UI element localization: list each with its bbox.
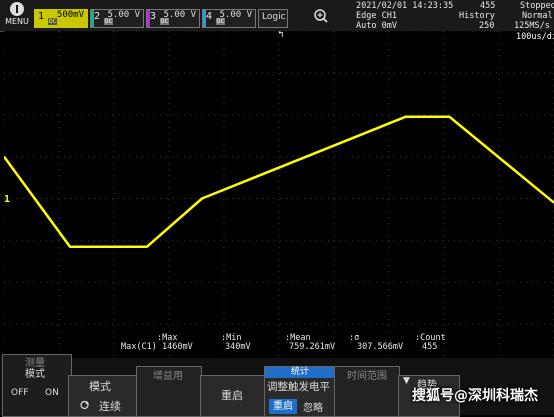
- channel-3-coupling: DC: [160, 18, 169, 25]
- graticule: [4, 31, 554, 366]
- channel-1-button[interactable]: 1 500mV DC: [34, 9, 88, 28]
- channel-3-button[interactable]: 3 5.00 V DC: [146, 9, 200, 28]
- gain-label: 增益用: [153, 367, 183, 382]
- zoom-search-icon[interactable]: [312, 8, 328, 24]
- menu-label: MENU: [5, 17, 29, 26]
- channel-1-coupling: DC: [48, 18, 57, 25]
- restart-option[interactable]: 重启: [269, 399, 297, 414]
- trigger-type: Edge CH1: [356, 11, 397, 21]
- waveform-display[interactable]: 100us/div ↰ 1 :Max :Min :Mean :σ :Count …: [4, 31, 554, 366]
- trend-arrow-icon: ▼: [403, 376, 410, 386]
- off-option[interactable]: OFF: [11, 388, 28, 398]
- top-toolbar: MENU 1 500mV DC 2 5.00 V DC 3 5.00 V DC …: [0, 0, 554, 32]
- channel-1-number: 1: [38, 11, 44, 22]
- gain-button[interactable]: 增益用: [136, 366, 202, 417]
- time-range-button[interactable]: 时间范围: [334, 366, 400, 417]
- timebase-label: 100us/div: [516, 32, 554, 42]
- mode-label: 模式: [89, 378, 111, 394]
- sample-rate: 125MS/s: [514, 21, 550, 31]
- measurement-table: :Max :Min :Mean :σ :Count Max(C1) 1460mV…: [119, 333, 449, 353]
- meas-value-max: 1460mV: [162, 342, 193, 352]
- channel-4-coupling: DC: [216, 18, 225, 25]
- time-range-label: 时间范围: [347, 367, 387, 382]
- acquisition-count: 455: [480, 1, 495, 11]
- ignore-option[interactable]: 忽略: [303, 399, 323, 414]
- menu-button[interactable]: MENU: [3, 1, 31, 30]
- continuous-label: 连续: [99, 398, 121, 414]
- trigger-position-marker: ↰: [278, 30, 283, 40]
- channel-3-number: 3: [150, 11, 156, 22]
- channel-4-button[interactable]: 4 5.00 V DC: [202, 9, 256, 28]
- on-option[interactable]: ON: [45, 388, 59, 398]
- channel-2-coupling: DC: [104, 18, 113, 25]
- restart-button[interactable]: 重启: [200, 375, 266, 417]
- channel-4-number: 4: [206, 11, 212, 22]
- channel-1-scale: 500mV: [57, 10, 84, 20]
- trigger-mode: Auto 0mV: [356, 21, 397, 31]
- ch1-ground-marker[interactable]: 1: [4, 194, 10, 205]
- logic-button[interactable]: Logic: [258, 9, 288, 28]
- meas-value-count: 455: [422, 342, 437, 352]
- watermark-text: 搜狐号@深圳科瑞杰: [412, 385, 538, 405]
- power-menu-icon: [10, 2, 24, 16]
- meas-value-mean: 759.261mV: [289, 342, 335, 352]
- history-value: 250: [479, 21, 494, 31]
- meas-value-sigma: 307.566mV: [357, 342, 403, 352]
- waveform-chart: [4, 31, 554, 366]
- run-state: Stopped: [520, 1, 554, 11]
- tab-statistics[interactable]: 统计: [265, 367, 335, 378]
- trigger-normal-label: Normal: [522, 11, 553, 21]
- statistics-panel: 统计 调整触发电平 重启 忽略: [264, 366, 336, 417]
- meas-row-label: Max(C1): [121, 342, 157, 352]
- restart-label: 重启: [221, 387, 243, 403]
- channel-2-button[interactable]: 2 5.00 V DC: [90, 9, 144, 28]
- datetime: 2021/02/01 14:23:35: [356, 1, 453, 11]
- meas-value-min: 340mV: [225, 342, 251, 352]
- measure-mode-title: 模式: [25, 365, 45, 380]
- stats-tab-label: 统计: [291, 367, 309, 377]
- channel-2-number: 2: [94, 11, 100, 22]
- refresh-icon: [79, 400, 90, 410]
- history-label: History: [459, 11, 495, 21]
- adjust-trigger-label: 调整触发电平: [267, 379, 330, 394]
- logic-label: Logic: [262, 12, 286, 22]
- mode-button[interactable]: 模式 连续: [68, 375, 138, 417]
- measure-panel: 测量 模式 OFF ON: [2, 354, 72, 417]
